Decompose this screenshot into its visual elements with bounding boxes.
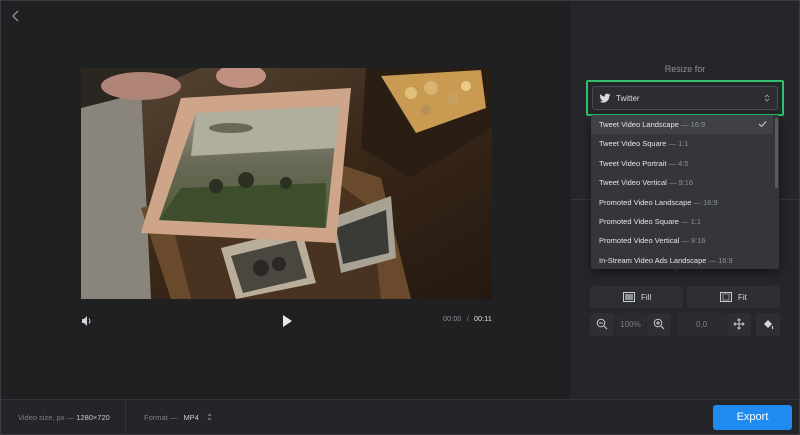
option-name: Tweet Video Portrait <box>599 158 667 168</box>
selected-platform: Twitter <box>616 94 640 103</box>
preview-pane: 00:00 / 00:11 <box>1 1 571 399</box>
move-button[interactable] <box>727 313 751 336</box>
video-frame-image <box>81 68 492 299</box>
dropdown-option[interactable]: Promoted Video Landscape — 16:9 <box>591 193 773 212</box>
zoom-out-icon <box>596 318 608 330</box>
play-icon <box>283 315 292 327</box>
current-time: 00:00 <box>443 316 462 323</box>
option-ratio: 9:16 <box>691 236 706 246</box>
option-separator: — <box>678 120 691 129</box>
dropdown-scrollbar[interactable] <box>775 118 778 188</box>
option-name: Promoted Video Square <box>599 217 679 226</box>
platform-dropdown: Tweet Video Landscape — 16:9 Tweet Video … <box>591 115 779 269</box>
twitter-icon <box>599 93 611 103</box>
option-separator: — <box>679 236 691 246</box>
option-ratio: 1:1 <box>690 217 702 226</box>
option-name: Tweet Video Landscape <box>599 120 679 129</box>
bottom-bar: Video size, px — 1280×720 Format — MP4 E… <box>1 399 799 435</box>
format-label: Format — <box>144 413 178 422</box>
paint-bucket-icon <box>764 320 774 330</box>
dropdown-option[interactable]: Tweet Video Vertical — 9:16 <box>591 173 773 192</box>
resize-for-label: Resize for <box>664 64 706 74</box>
zoom-level: 100% <box>615 313 646 336</box>
option-name: Tweet Video Vertical <box>599 178 667 188</box>
option-name: Tweet Video Square <box>599 139 667 149</box>
option-separator: — <box>666 178 679 188</box>
background-color-button[interactable] <box>756 313 780 336</box>
position-input[interactable]: 0,0 <box>677 313 726 336</box>
fit-button[interactable]: Fit <box>687 286 780 308</box>
option-ratio: 16:9 <box>703 197 718 207</box>
volume-button[interactable] <box>81 314 93 328</box>
fill-mode-icon <box>623 292 635 302</box>
option-separator: — <box>706 255 719 265</box>
platform-select[interactable]: Twitter <box>592 86 778 110</box>
video-size-info: Video size, px — 1280×720 <box>18 413 110 422</box>
video-size-value: 1280×720 <box>76 413 110 422</box>
time-display: 00:00 / 00:11 <box>443 316 492 323</box>
dropdown-option[interactable]: In-Stream Video Ads Landscape — 16:9 <box>591 251 773 269</box>
format-arrows-icon <box>207 413 212 421</box>
option-ratio: 16:9 <box>718 255 733 265</box>
option-separator: — <box>666 158 679 168</box>
option-ratio: 16:9 <box>690 120 706 129</box>
volume-icon <box>82 316 91 326</box>
transform-tools: 100% 0,0 <box>590 313 780 336</box>
bottom-divider <box>125 400 126 435</box>
option-ratio: 1:1 <box>678 139 689 149</box>
dropdown-option[interactable]: Promoted Video Vertical — 9:16 <box>591 231 773 250</box>
select-arrows-icon <box>764 94 770 102</box>
fill-label: Fill <box>641 293 652 302</box>
fit-mode-icon <box>720 292 732 302</box>
time-separator: / <box>466 316 469 323</box>
option-ratio: 9:16 <box>678 178 694 188</box>
option-separator: — <box>666 139 679 149</box>
back-button[interactable] <box>9 9 23 23</box>
resize-mode-row: Fill Fit <box>590 286 780 308</box>
video-size-label: Video size, px — <box>18 413 75 422</box>
option-name: Promoted Video Vertical <box>599 236 680 246</box>
video-resizer-app: 00:00 / 00:11 Resize for Twitter origina… <box>0 0 800 435</box>
zoom-in-icon <box>653 318 665 330</box>
zoom-in-button[interactable] <box>647 313 671 336</box>
format-value: MP4 <box>183 413 199 422</box>
export-button[interactable]: Export <box>713 405 792 430</box>
format-select[interactable]: Format — MP4 <box>144 413 212 422</box>
option-name: Promoted Video Landscape <box>599 197 692 207</box>
zoom-out-button[interactable] <box>590 313 614 336</box>
fit-label: Fit <box>738 293 747 302</box>
dropdown-option[interactable]: Tweet Video Portrait — 4:5 <box>591 154 773 173</box>
move-arrows-icon <box>733 318 745 330</box>
dropdown-option[interactable]: Tweet Video Square — 1:1 <box>591 134 773 153</box>
dropdown-option[interactable]: Promoted Video Square — 1:1 <box>591 212 773 231</box>
checkmark-icon <box>758 121 767 128</box>
option-separator: — <box>691 197 704 207</box>
total-time: 00:11 <box>474 316 492 323</box>
dropdown-option[interactable]: Tweet Video Landscape — 16:9 <box>591 115 773 134</box>
fill-button[interactable]: Fill <box>590 286 683 308</box>
chevron-left-icon <box>12 10 19 22</box>
option-ratio: 4:5 <box>678 158 689 168</box>
video-preview[interactable] <box>81 68 492 299</box>
option-name: In-Stream Video Ads Landscape <box>599 255 707 265</box>
player-controls: 00:00 / 00:11 <box>81 313 492 331</box>
option-separator: — <box>678 217 691 226</box>
play-button[interactable] <box>281 314 293 328</box>
